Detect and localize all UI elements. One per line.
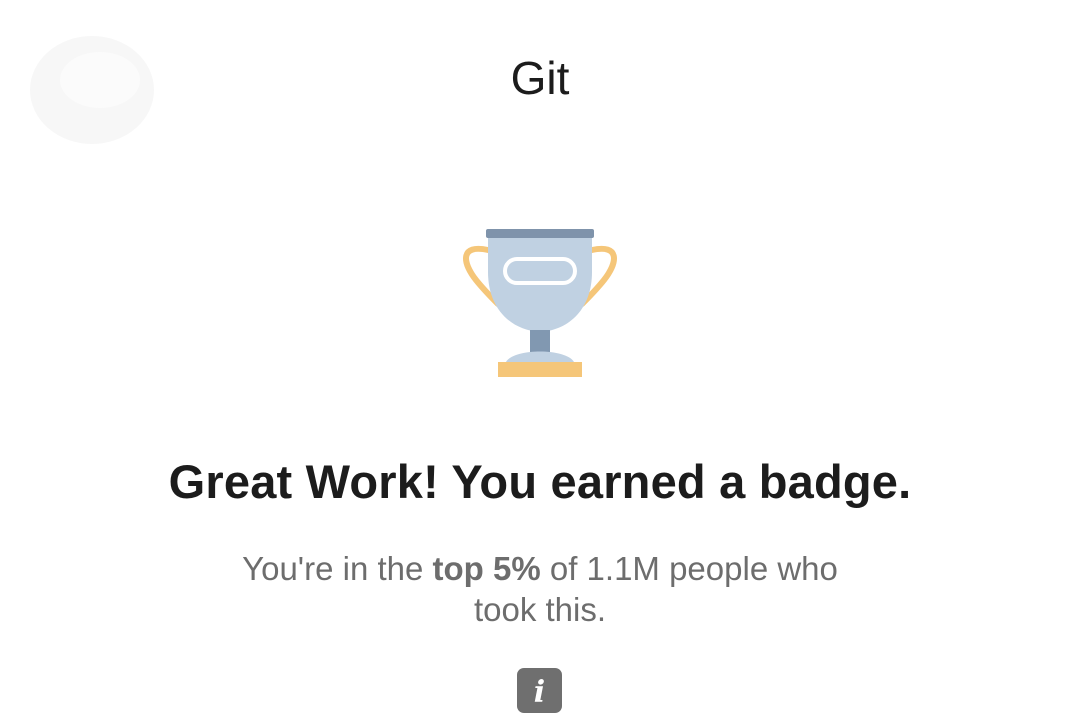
info-icon: i <box>534 675 545 710</box>
info-button[interactable]: i <box>517 668 562 713</box>
info-glyph: i <box>534 675 545 710</box>
ranking-text-prefix: You're in the <box>242 550 433 587</box>
trophy-icon <box>458 222 622 382</box>
badge-earned-screen: Git Great Work! You earned a badge. You'… <box>0 0 1080 720</box>
page-title: Git <box>510 52 570 104</box>
ranking-text: You're in the top 5% of 1.1M people who … <box>215 548 865 630</box>
badge-headline: Great Work! You earned a badge. <box>168 455 912 508</box>
ranking-percentile: top 5% <box>432 550 541 587</box>
